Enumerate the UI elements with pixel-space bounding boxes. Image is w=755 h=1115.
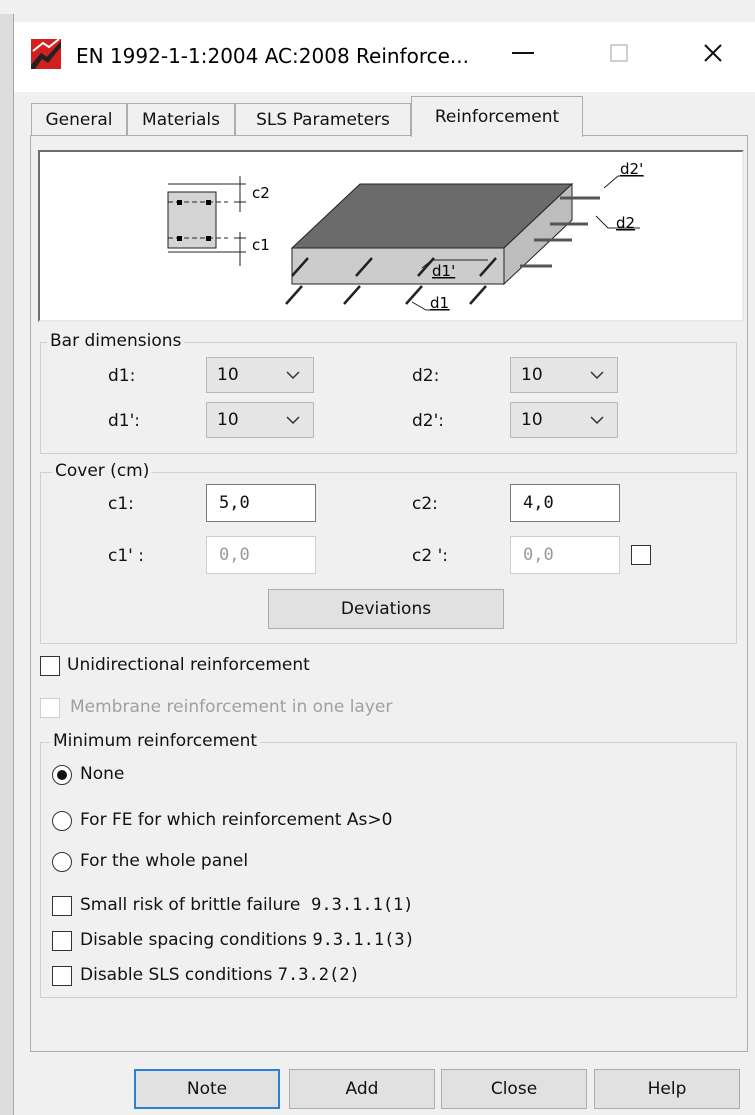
d1-select[interactable]: 10 <box>206 357 314 393</box>
chevron-down-icon <box>286 416 300 425</box>
desktop-background <box>0 0 755 14</box>
bar-dimensions-group <box>40 342 737 454</box>
tab-materials[interactable]: Materials <box>127 103 235 135</box>
unidirectional-checkbox[interactable] <box>40 656 60 676</box>
c1-value: 5,0 <box>219 493 250 513</box>
spacing-conditions-ref: 9.3.1.1(3) <box>312 930 415 950</box>
radio-fe-as-label[interactable]: For FE for which reinforcement As>0 <box>80 810 392 830</box>
membrane-checkbox[interactable] <box>40 698 60 718</box>
d2-select[interactable]: 10 <box>510 357 618 393</box>
c2-input[interactable]: 4,0 <box>510 484 620 522</box>
reinforcement-figure: c2 c1 d1' d1 d2' d2 <box>38 150 744 322</box>
minimum-reinforcement-legend: Minimum reinforcement <box>50 731 261 751</box>
c1-input[interactable]: 5,0 <box>206 484 316 522</box>
brittle-failure-checkbox[interactable] <box>52 896 72 916</box>
d1-prime-select[interactable]: 10 <box>206 402 314 438</box>
tab-general[interactable]: General <box>31 103 127 135</box>
d2-prime-label: d2': <box>412 411 445 431</box>
label-d1-prime: d1' <box>432 262 455 280</box>
d1-prime-value: 10 <box>217 410 239 430</box>
c2-value: 4,0 <box>523 493 554 513</box>
brittle-failure-label[interactable]: Small risk of brittle failure 9.3.1.1(1) <box>80 895 414 915</box>
bar-dimensions-legend: Bar dimensions <box>47 331 185 351</box>
d1-prime-label: d1': <box>108 411 141 431</box>
radio-none-label[interactable]: None <box>80 764 124 784</box>
label-d2-prime: d2' <box>620 160 643 178</box>
sls-conditions-checkbox[interactable] <box>52 966 72 986</box>
spacing-conditions-text: Disable spacing conditions <box>80 930 308 950</box>
c2-prime-checkbox[interactable] <box>631 545 651 565</box>
note-button[interactable]: Note <box>134 1069 280 1109</box>
chevron-down-icon <box>590 371 604 380</box>
spacing-conditions-checkbox[interactable] <box>52 931 72 951</box>
d1-label: d1: <box>108 366 136 386</box>
c2-prime-input[interactable]: 0,0 <box>510 536 620 574</box>
membrane-label: Membrane reinforcement in one layer <box>70 697 393 717</box>
c1-prime-input[interactable]: 0,0 <box>206 536 316 574</box>
cover-legend: Cover (cm) <box>52 461 153 481</box>
minimize-icon <box>512 52 534 54</box>
label-d1: d1 <box>430 294 449 312</box>
radio-none[interactable] <box>52 765 72 785</box>
chevron-down-icon <box>286 371 300 380</box>
tab-reinforcement[interactable]: Reinforcement <box>411 96 583 137</box>
label-c1: c1 <box>252 236 270 254</box>
d2-value: 10 <box>521 365 543 385</box>
spacing-conditions-label[interactable]: Disable spacing conditions 9.3.1.1(3) <box>80 930 415 950</box>
radio-whole-panel[interactable] <box>52 852 72 872</box>
c2-prime-label: c2 ': <box>412 546 448 566</box>
sls-conditions-text: Disable SLS conditions <box>80 965 273 985</box>
slab-diagram <box>285 175 644 311</box>
deviations-button[interactable]: Deviations <box>268 589 504 629</box>
radio-fe-as[interactable] <box>52 811 72 831</box>
close-button[interactable]: Close <box>441 1069 587 1109</box>
deviations-label: Deviations <box>340 599 432 619</box>
d1-value: 10 <box>217 365 239 385</box>
chevron-down-icon <box>590 416 604 425</box>
close-label: Close <box>490 1079 538 1099</box>
tab-label: Reinforcement <box>434 107 560 127</box>
close-icon <box>704 44 722 62</box>
c1-prime-value: 0,0 <box>219 545 250 565</box>
add-button[interactable]: Add <box>289 1069 435 1109</box>
radio-whole-panel-label[interactable]: For the whole panel <box>80 851 248 871</box>
add-label: Add <box>345 1079 379 1099</box>
label-d2: d2 <box>616 214 635 232</box>
d2-prime-value: 10 <box>521 410 543 430</box>
d2-label: d2: <box>412 366 440 386</box>
brittle-failure-ref: 9.3.1.1(1) <box>311 895 414 915</box>
help-button[interactable]: Help <box>594 1069 740 1109</box>
tab-label: Materials <box>142 109 220 130</box>
d2-prime-select[interactable]: 10 <box>510 402 618 438</box>
tab-sls-parameters[interactable]: SLS Parameters <box>235 103 411 135</box>
help-label: Help <box>647 1079 687 1099</box>
close-window-button[interactable] <box>678 22 748 84</box>
c1-prime-label: c1' : <box>108 546 144 566</box>
brittle-failure-text: Small risk of brittle failure <box>80 895 301 915</box>
app-logo-icon <box>29 37 63 71</box>
maximize-icon <box>610 44 628 62</box>
c2-label: c2: <box>412 494 438 514</box>
window-title: EN 1992-1-1:2004 AC:2008 Reinforce... <box>76 44 469 68</box>
minimize-button[interactable] <box>488 22 558 84</box>
sls-conditions-label[interactable]: Disable SLS conditions 7.3.2(2) <box>80 965 360 985</box>
tab-label: SLS Parameters <box>256 109 390 130</box>
unidirectional-label[interactable]: Unidirectional reinforcement <box>67 655 310 675</box>
cross-section-diagram <box>167 176 246 266</box>
note-label: Note <box>186 1079 228 1099</box>
sls-conditions-ref: 7.3.2(2) <box>277 965 360 985</box>
c1-label: c1: <box>108 494 134 514</box>
tab-label: General <box>45 109 113 130</box>
label-c2: c2 <box>252 184 270 202</box>
maximize-button[interactable] <box>584 22 654 84</box>
c2-prime-value: 0,0 <box>523 545 554 565</box>
